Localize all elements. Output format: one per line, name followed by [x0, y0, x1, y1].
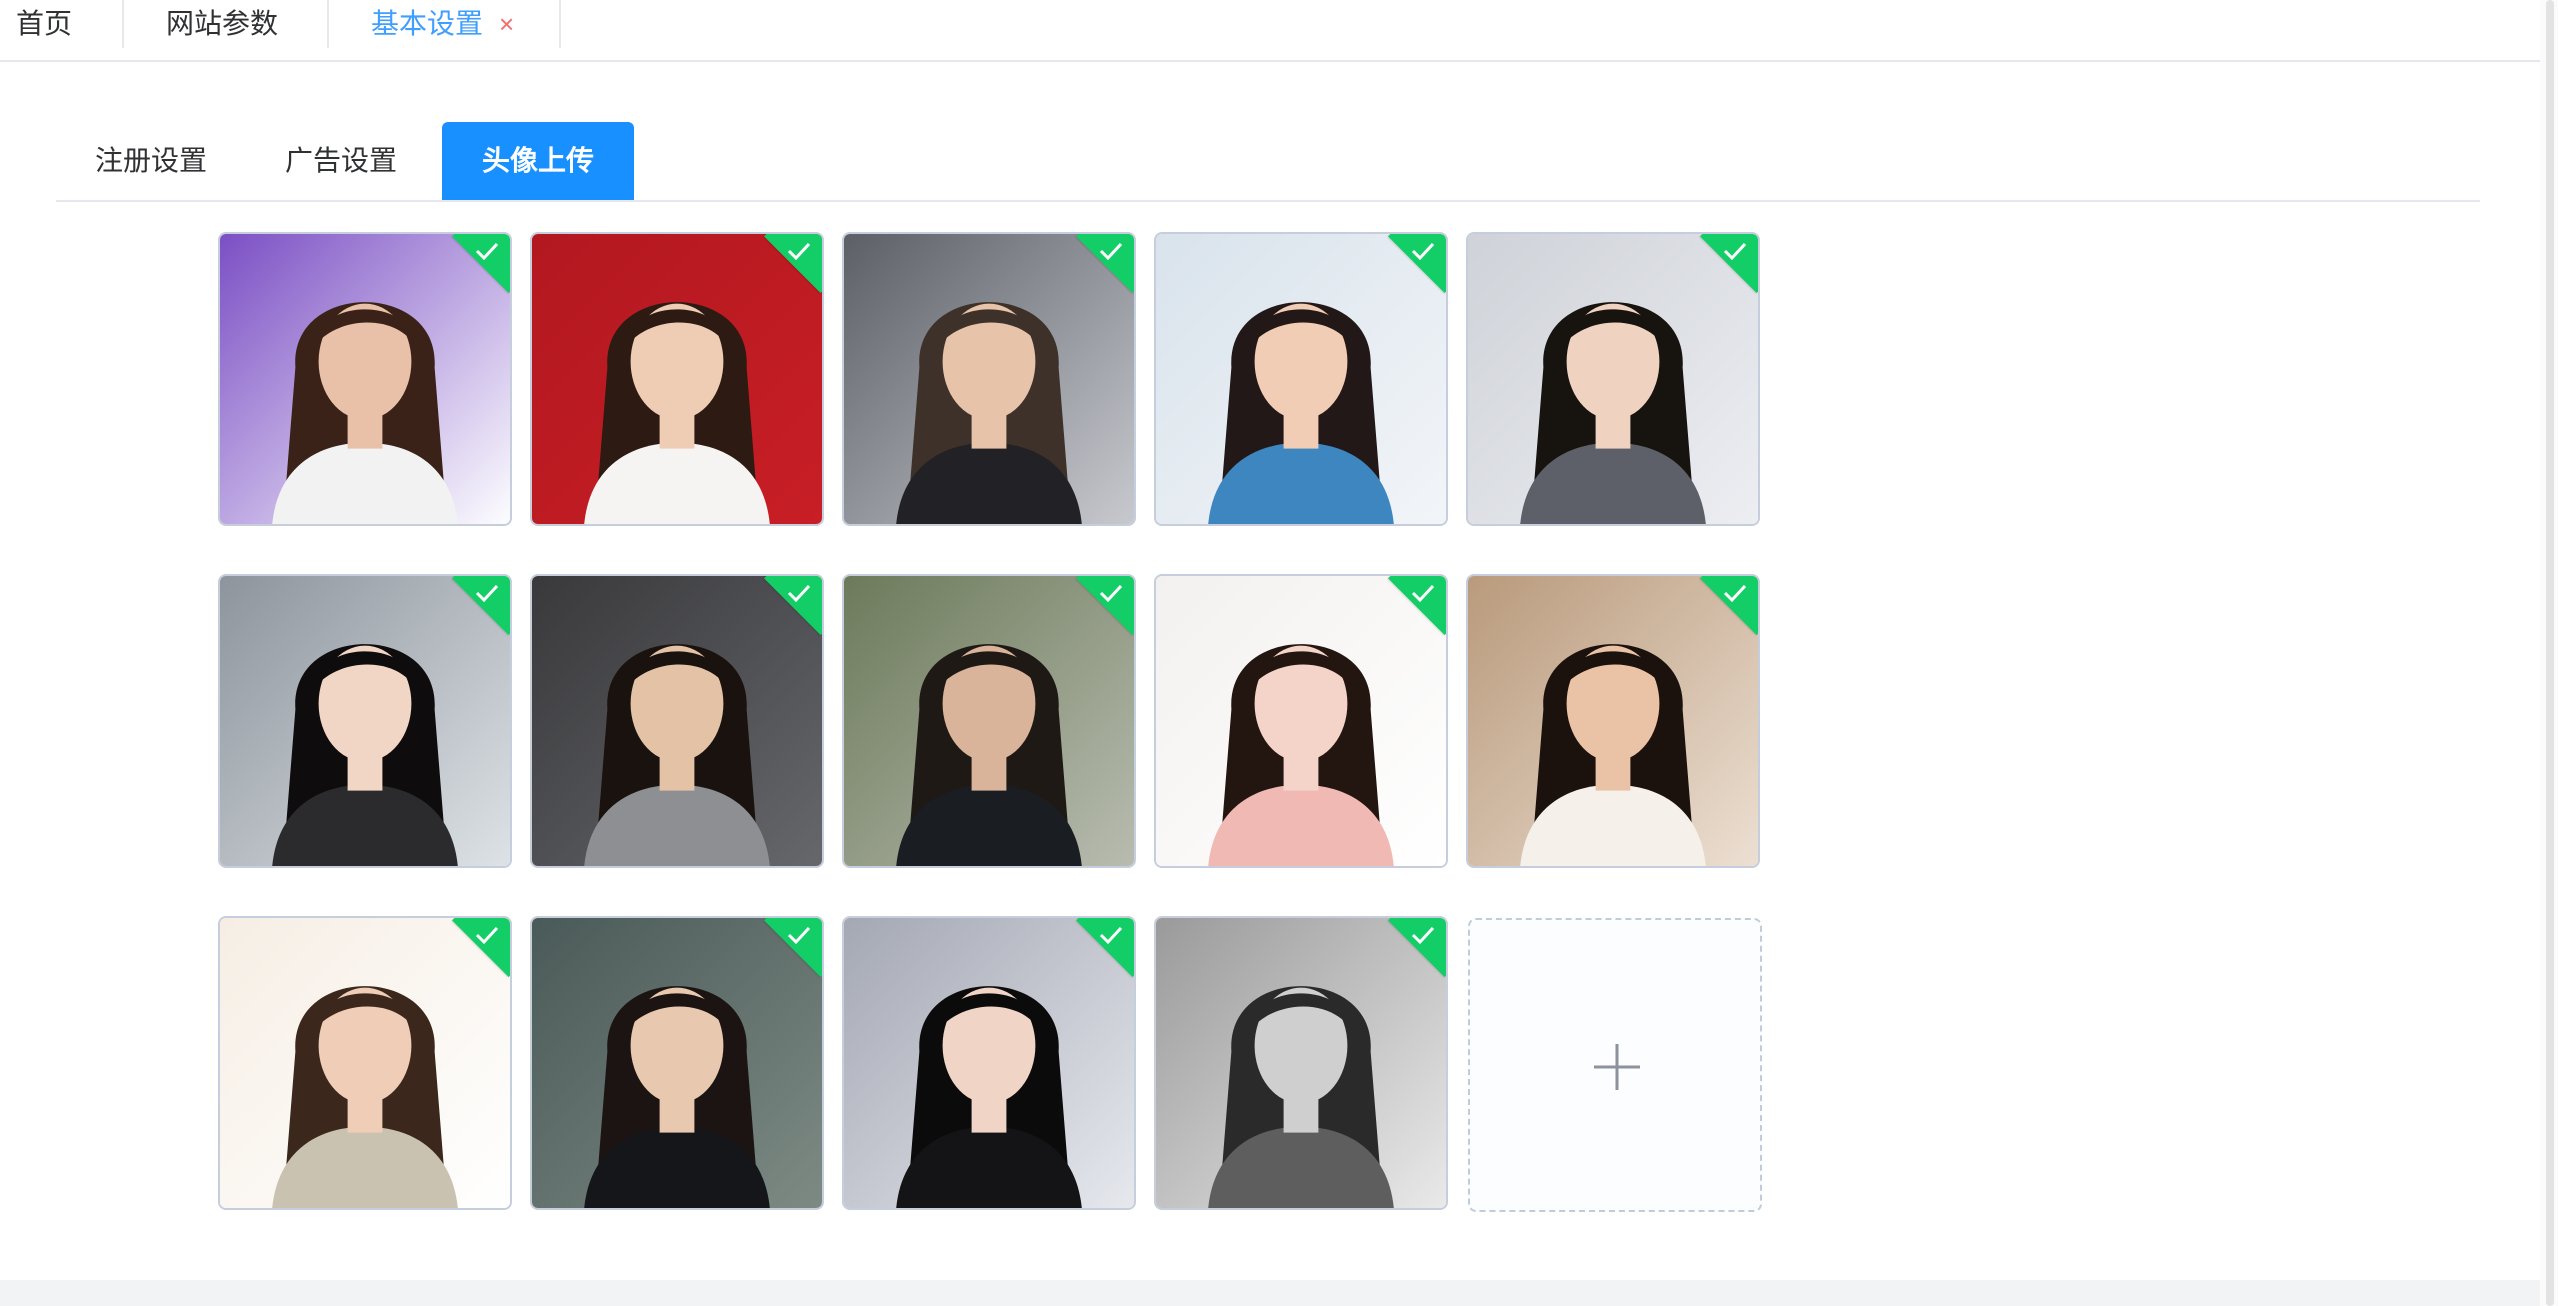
- page-tab-basic-settings-label: 基本设置: [371, 8, 484, 39]
- avatar-image: [1156, 918, 1446, 1208]
- settings-subtabs: 注册设置 广告设置 头像上传: [56, 122, 2480, 202]
- check-icon: [475, 242, 499, 261]
- check-icon: [1411, 242, 1435, 261]
- avatar-image: [532, 576, 822, 866]
- check-icon: [1099, 242, 1123, 261]
- avatar-item[interactable]: [530, 574, 824, 868]
- avatar-item[interactable]: [218, 916, 512, 1210]
- check-icon: [1411, 926, 1435, 945]
- scrollbar-thumb[interactable]: [2546, 0, 2554, 1306]
- tab-register-settings[interactable]: 注册设置: [56, 122, 246, 200]
- tab-avatar-upload[interactable]: 头像上传: [442, 122, 634, 200]
- avatar-item[interactable]: [1466, 232, 1760, 526]
- check-icon: [787, 242, 811, 261]
- check-icon: [1723, 242, 1747, 261]
- check-icon: [1411, 584, 1435, 603]
- page-tab-home[interactable]: 首页: [0, 0, 124, 48]
- avatar-image: [844, 918, 1134, 1208]
- page-tab-basic-settings[interactable]: 基本设置 ×: [329, 0, 561, 48]
- avatar-image: [844, 576, 1134, 866]
- close-icon[interactable]: ×: [499, 9, 514, 39]
- avatar-image: [1468, 576, 1758, 866]
- plus-icon: [1594, 1044, 1640, 1090]
- check-icon: [1099, 584, 1123, 603]
- avatar-image: [1156, 576, 1446, 866]
- page-tab-home-label: 首页: [16, 8, 73, 39]
- avatar-item[interactable]: [218, 232, 512, 526]
- footer-strip: [0, 1280, 2540, 1306]
- avatar-image: [220, 918, 510, 1208]
- avatar-item[interactable]: [1154, 232, 1448, 526]
- scrollbar[interactable]: [2540, 0, 2558, 1306]
- avatar-image: [220, 234, 510, 524]
- check-icon: [787, 926, 811, 945]
- check-icon: [475, 926, 499, 945]
- avatar-image: [1156, 234, 1446, 524]
- avatar-image: [844, 234, 1134, 524]
- avatar-item[interactable]: [530, 916, 824, 1210]
- main-content: 注册设置 广告设置 头像上传: [0, 62, 2540, 1306]
- avatar-item[interactable]: [842, 574, 1136, 868]
- avatar-item[interactable]: [1154, 574, 1448, 868]
- avatar-image: [532, 234, 822, 524]
- check-icon: [475, 584, 499, 603]
- avatar-image: [1468, 234, 1758, 524]
- avatar-upload-button[interactable]: [1468, 918, 1762, 1212]
- avatar-item[interactable]: [530, 232, 824, 526]
- check-icon: [1099, 926, 1123, 945]
- avatar-item[interactable]: [218, 574, 512, 868]
- avatar-image: [220, 576, 510, 866]
- check-icon: [1723, 584, 1747, 603]
- avatar-item[interactable]: [842, 916, 1136, 1210]
- avatar-item[interactable]: [842, 232, 1136, 526]
- page-tab-site-params-label: 网站参数: [166, 8, 279, 39]
- avatar-image: [532, 918, 822, 1208]
- page-tabbar: 首页 网站参数 基本设置 ×: [0, 0, 2558, 62]
- check-icon: [787, 584, 811, 603]
- avatar-item[interactable]: [1154, 916, 1448, 1210]
- avatar-item[interactable]: [1466, 574, 1760, 868]
- tab-ad-settings[interactable]: 广告设置: [246, 122, 436, 200]
- page-tab-site-params[interactable]: 网站参数: [124, 0, 329, 48]
